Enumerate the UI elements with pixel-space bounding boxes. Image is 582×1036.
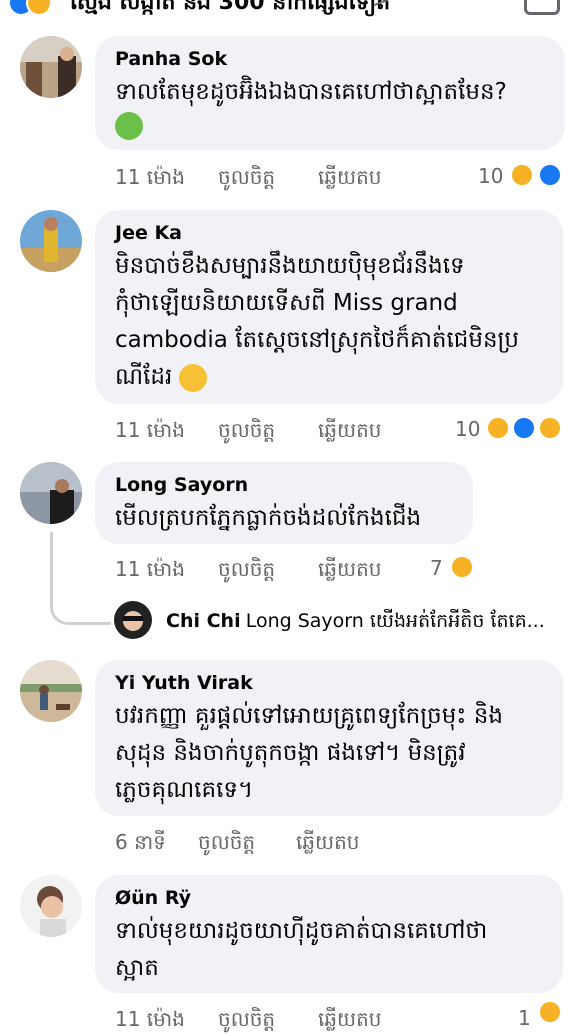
haha-reaction-icon [486, 416, 510, 440]
haha-reaction-icon [538, 1000, 562, 1024]
reply-thread-line [50, 532, 111, 625]
like-comment-button[interactable]: ចូលចិត្ត [218, 1006, 275, 1036]
comment-text-line: cambodia តែស្តេចនៅស្រុកថៃក៏គាត់ជេមិនប្រ [115, 327, 520, 353]
comment-text: មើលត្របកភ្នែកធ្លាក់ចង់ដល់កែងជើង [115, 505, 422, 531]
like-icon[interactable] [524, 0, 560, 15]
comment-bubble[interactable]: Yi Yuth Virak បវរកញ្ញា គួរផ្តល់ទៅអោយគ្រូ… [95, 660, 563, 816]
reaction-count[interactable]: 10 [455, 417, 480, 441]
like-comment-button[interactable]: ចូលចិត្ត [198, 829, 255, 859]
reply-comment-button[interactable]: ឆ្លើយតប [318, 556, 381, 586]
comment-text-line: មិនបាច់ខឹងសម្បារនឹងយាយប៉ិមុខជ័រនឹងទេ [115, 253, 465, 279]
reply-comment-button[interactable]: ឆ្លើយតប [318, 164, 381, 194]
avatar[interactable] [20, 36, 82, 98]
comment-bubble[interactable]: Panha Sok ទាលតែមុខដូចអ៊ិងឯងបានគេហៅថាស្អា… [95, 36, 565, 150]
wow-reaction-icon [538, 416, 562, 440]
reactions-summary-text: ស្មេង សង្កាត់ និង 300 នាក់ផ្សេងទៀត [70, 0, 391, 15]
comment-text-line: កុំថាឡើយនិយាយទើសពី Miss grand [115, 290, 458, 316]
comment-text-line: ណីដែរ [115, 364, 173, 390]
comment-bubble[interactable]: Long Sayorn មើលត្របកភ្នែកធ្លាក់ចង់ដល់កែង… [95, 462, 473, 544]
comment-text-line: ស្អាត [115, 955, 159, 981]
avatar[interactable] [114, 601, 152, 639]
avatar[interactable] [20, 875, 82, 937]
reply-comment-button[interactable]: ឆ្លើយតប [318, 1006, 381, 1036]
reply-author[interactable]: Chi Chi [166, 610, 241, 632]
haha-reaction-icon [450, 555, 474, 579]
comment-time[interactable]: 11 ម៉ោង [115, 1006, 185, 1036]
like-comment-button[interactable]: ចូលចិត្ត [218, 556, 275, 586]
reaction-count[interactable]: 7 [430, 556, 443, 580]
chevron-right-icon: > [372, 0, 391, 13]
comment-bubble[interactable]: Øün Rÿ ទាល់មុខយារដូចយាហ៊ីដូចគាត់បានគេហៅថ… [95, 875, 563, 993]
comment-author[interactable]: Yi Yuth Virak [115, 672, 253, 694]
confused-face-emoji-icon [179, 364, 207, 392]
reactions-summary-strip[interactable]: ស្មេង សង្កាត់ និង 300 នាក់ផ្សេងទៀត > [0, 0, 582, 22]
reaction-count[interactable]: 10 [478, 164, 503, 188]
comment-author[interactable]: Øün Rÿ [115, 887, 191, 909]
comment-time[interactable]: 11 ម៉ោង [115, 164, 185, 194]
avatar[interactable] [20, 210, 82, 272]
comment-text-line: ទាល់មុខយារដូចយាហ៊ីដូចគាត់បានគេហៅថា [115, 918, 488, 944]
like-comment-button[interactable]: ចូលចិត្ត [218, 417, 275, 447]
sick-face-emoji-icon [115, 112, 143, 140]
reply-comment-button[interactable]: ឆ្លើយតប [296, 829, 359, 859]
comment-author[interactable]: Long Sayorn [115, 474, 248, 496]
haha-reaction-icon [510, 163, 534, 187]
comment-time[interactable]: 6 នាទី [115, 829, 166, 859]
like-comment-button[interactable]: ចូលចិត្ត [218, 164, 275, 194]
reply-preview[interactable]: Chi Chi Long Sayorn យើងអត់កែអីតិច តែគេ..… [166, 609, 545, 637]
comment-bubble[interactable]: Jee Ka មិនបាច់ខឹងសម្បារនឹងយាយប៉ិមុខជ័រនឹ… [95, 210, 563, 404]
avatar[interactable] [20, 462, 82, 524]
like-reaction-icon [538, 163, 562, 187]
comment-time[interactable]: 11 ម៉ោង [115, 417, 185, 447]
comment-time[interactable]: 11 ម៉ោង [115, 556, 185, 586]
reply-comment-button[interactable]: ឆ្លើយតប [318, 417, 381, 447]
comment-author[interactable]: Panha Sok [115, 48, 227, 70]
reply-text: Long Sayorn យើងអត់កែអីតិច តែគេ... [245, 610, 545, 632]
comment-text-line: បវរកញ្ញា គួរផ្តល់ទៅអោយគ្រូពេទ្យកែច្រមុះ … [115, 703, 503, 729]
like-reaction-icon [512, 416, 536, 440]
avatar[interactable] [20, 660, 82, 722]
haha-reaction-icon [26, 0, 52, 16]
comment-text-line: សុដុន និងចាក់បូតុកចង្កា ផងទៅ។ មិនត្រូវ [115, 740, 466, 766]
comment-text-line: ភ្លេចគុណគេទេ។ [115, 777, 254, 803]
reaction-count[interactable]: 1 [518, 1006, 531, 1030]
comment-author[interactable]: Jee Ka [115, 222, 182, 244]
comment-text: ទាលតែមុខដូចអ៊ិងឯងបានគេហៅថាស្អាតមែន? [115, 79, 507, 105]
